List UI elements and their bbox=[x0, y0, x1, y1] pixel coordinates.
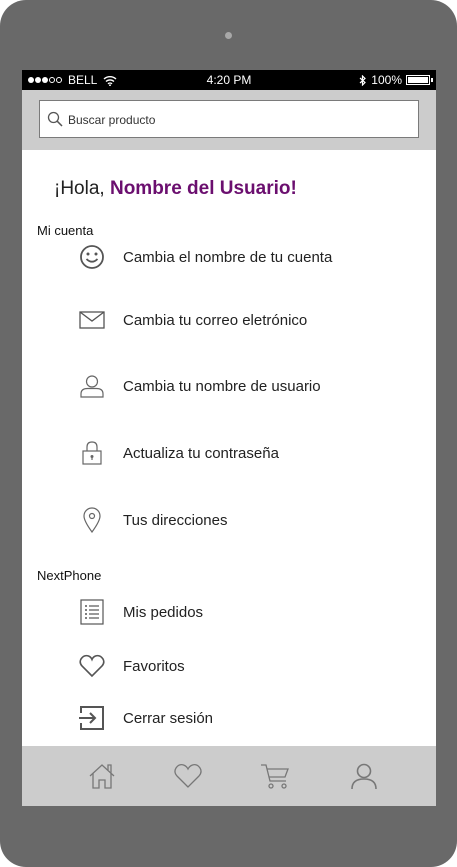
status-bar: BELL 4:20 PM 100% bbox=[22, 70, 436, 90]
bluetooth-icon bbox=[359, 74, 367, 86]
list-icon bbox=[78, 598, 106, 626]
user-name: Nombre del Usuario! bbox=[109, 178, 297, 199]
battery-icon bbox=[406, 75, 433, 85]
user-icon bbox=[78, 372, 106, 400]
menu-item-logout[interactable]: Cerrar sesión bbox=[78, 701, 418, 735]
home-icon bbox=[89, 764, 115, 789]
cart-icon bbox=[261, 764, 289, 789]
battery-percent: 100% bbox=[371, 73, 402, 87]
lock-icon bbox=[78, 439, 106, 467]
envelope-icon bbox=[78, 306, 106, 334]
smiley-icon bbox=[78, 243, 106, 271]
heart-icon bbox=[174, 763, 202, 788]
logout-icon bbox=[78, 704, 106, 732]
tab-profile[interactable] bbox=[348, 760, 380, 792]
menu-item-account-name[interactable]: Cambia el nombre de tu cuenta bbox=[78, 240, 418, 274]
tab-home[interactable] bbox=[86, 760, 118, 792]
greeting: ¡Hola, Nombre del Usuario! bbox=[54, 178, 297, 200]
menu-item-label: Tus direcciones bbox=[123, 511, 228, 529]
phone-frame: BELL 4:20 PM 100% Buscar producto ¡Hola,… bbox=[0, 0, 457, 867]
search-header bbox=[22, 90, 436, 150]
menu-item-addresses[interactable]: Tus direcciones bbox=[78, 503, 418, 537]
menu-item-orders[interactable]: Mis pedidos bbox=[78, 595, 418, 629]
menu-item-label: Favoritos bbox=[123, 657, 185, 675]
speaker bbox=[225, 32, 232, 39]
screen: BELL 4:20 PM 100% Buscar producto ¡Hola,… bbox=[22, 70, 436, 806]
profile-icon bbox=[351, 763, 377, 790]
location-pin-icon bbox=[78, 506, 106, 534]
greeting-prefix: ¡Hola, bbox=[54, 178, 105, 199]
section-title-mi-cuenta: Mi cuenta bbox=[37, 223, 94, 238]
section-title-nextphone: NextPhone bbox=[37, 568, 102, 583]
menu-item-favorites[interactable]: Favoritos bbox=[78, 649, 418, 683]
menu-item-label: Cambia el nombre de tu cuenta bbox=[123, 248, 333, 266]
menu-item-label: Actualiza tu contraseña bbox=[123, 444, 279, 462]
menu-item-email[interactable]: Cambia tu correo eletrónico bbox=[78, 303, 418, 337]
menu-item-label: Mis pedidos bbox=[123, 603, 204, 621]
menu-item-username[interactable]: Cambia tu nombre de usuario bbox=[78, 369, 418, 403]
search-icon bbox=[47, 111, 63, 127]
bottom-tab-bar bbox=[22, 746, 436, 806]
menu-item-label: Cambia tu nombre de usuario bbox=[123, 377, 321, 395]
tab-cart[interactable] bbox=[259, 760, 291, 792]
menu-item-label: Cerrar sesión bbox=[123, 709, 214, 727]
menu-item-label: Cambia tu correo eletrónico bbox=[123, 311, 308, 329]
search-input[interactable] bbox=[66, 101, 410, 139]
status-right: 100% bbox=[359, 73, 433, 87]
heart-icon bbox=[78, 652, 106, 680]
menu-item-password[interactable]: Actualiza tu contraseña bbox=[78, 436, 418, 470]
search-box[interactable] bbox=[39, 100, 419, 139]
tab-favorites[interactable] bbox=[172, 760, 204, 792]
